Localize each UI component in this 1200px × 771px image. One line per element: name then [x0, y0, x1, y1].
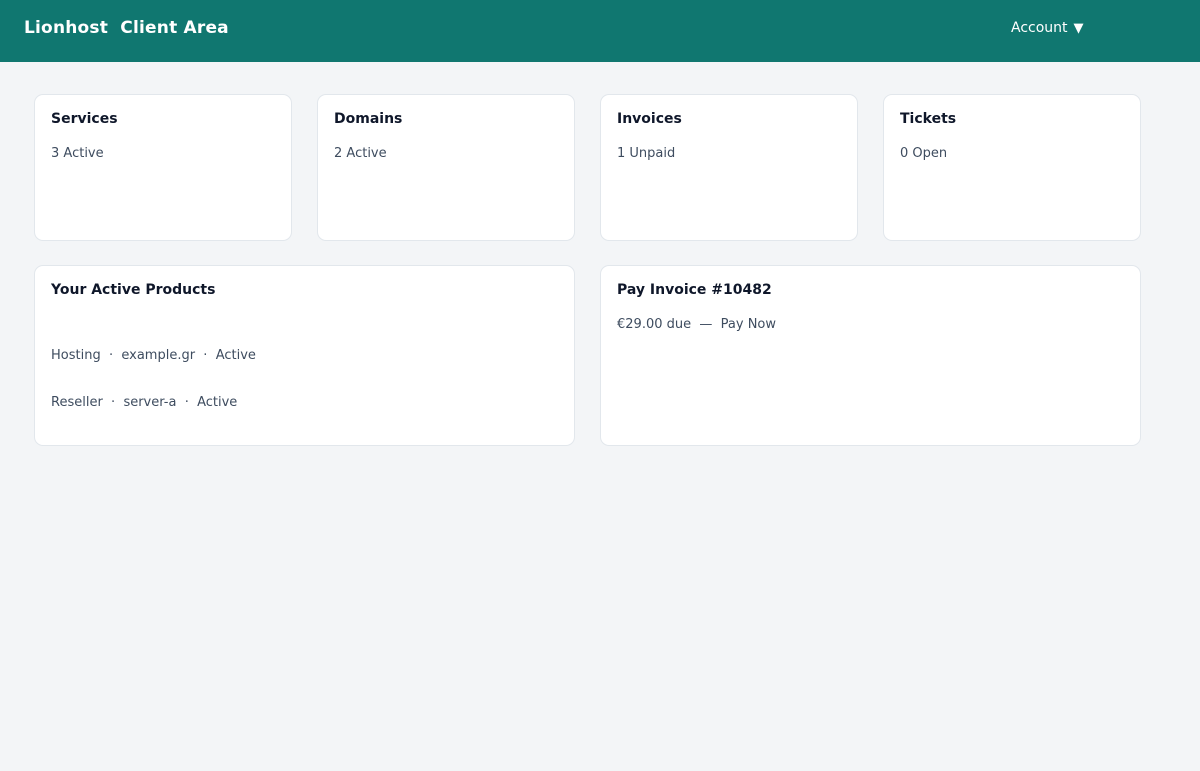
pay-now-link[interactable]: Pay Now [721, 317, 776, 332]
invoice-amount-due: €29.00 due — [617, 317, 721, 332]
services-summary-card[interactable]: Services 3 Active [34, 94, 292, 241]
tickets-card-title: Tickets [900, 111, 957, 127]
product-row[interactable]: Reseller · server-a · Active [51, 395, 256, 411]
pay-invoice-line: €29.00 due — Pay Now [617, 317, 776, 333]
domains-card-title: Domains [334, 111, 403, 127]
active-products-card: Your Active Products Hosting · example.g… [34, 265, 575, 446]
chevron-down-icon: ▼ [1073, 21, 1084, 36]
domains-summary-card[interactable]: Domains 2 Active [317, 94, 575, 241]
services-card-title: Services [51, 111, 118, 127]
tickets-card-value: 0 Open [900, 146, 948, 161]
pay-invoice-card: Pay Invoice #10482 €29.00 due — Pay Now [600, 265, 1141, 446]
invoices-card-value: 1 Unpaid [617, 146, 676, 161]
account-menu-button[interactable]: Account ▼ [1011, 20, 1084, 36]
product-row[interactable]: Hosting · example.gr · Active [51, 348, 256, 364]
account-menu-label: Account [1011, 20, 1068, 36]
app-brand-title: Lionhost Client Area [24, 18, 229, 38]
pay-invoice-title: Pay Invoice #10482 [617, 282, 772, 298]
invoices-card-title: Invoices [617, 111, 682, 127]
active-products-title: Your Active Products [51, 282, 216, 298]
tickets-summary-card[interactable]: Tickets 0 Open [883, 94, 1141, 241]
domains-card-value: 2 Active [334, 146, 387, 161]
invoices-summary-card[interactable]: Invoices 1 Unpaid [600, 94, 858, 241]
services-card-value: 3 Active [51, 146, 104, 161]
active-products-list: Hosting · example.gr · Active Reseller ·… [51, 317, 256, 441]
top-header: Lionhost Client Area Account ▼ [0, 0, 1200, 62]
